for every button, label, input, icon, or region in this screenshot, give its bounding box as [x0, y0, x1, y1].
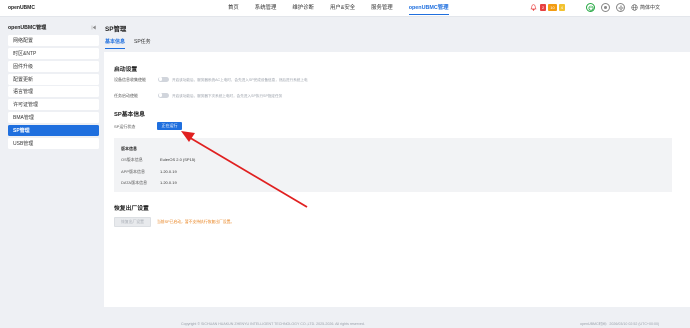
os-version-value: EulerOS 2.0 (SP15): [160, 157, 196, 162]
minor-alert-badge[interactable]: 4: [558, 4, 565, 11]
sidebar-item-language[interactable]: 语言管理: [8, 86, 99, 98]
critical-alert-badge[interactable]: 2: [540, 4, 547, 11]
sidebar-item-timezone-ntp[interactable]: 时区&NTP: [8, 47, 99, 59]
sidebar-item-license[interactable]: 许可证管理: [8, 99, 99, 111]
task-start-desc: 开启该功能后，服务器下次系统上电时，会先进入SP执行SP指定任务: [172, 93, 283, 98]
app-logo: openUBMC: [8, 5, 35, 11]
device-info-collect-switch[interactable]: [158, 76, 169, 82]
page-title: SP管理: [105, 26, 127, 33]
version-info-title: 版本信息: [121, 146, 137, 151]
sidebar-item-sp[interactable]: SP管理: [8, 125, 99, 137]
sidebar-item-bma[interactable]: BMA管理: [8, 112, 99, 124]
data-version-value: 1.20.0.19: [160, 180, 177, 185]
page-tabs: 基本信息 SP任务: [105, 38, 160, 49]
factory-reset-warning: 当前SP已启动，暂不支持执行恢复出厂设置。: [157, 220, 235, 224]
nav-item-user-security[interactable]: 用户&安全: [330, 4, 355, 14]
nav-item-home[interactable]: 首页: [228, 4, 239, 14]
alert-summary[interactable]: 2 10 4: [530, 4, 567, 11]
power-icon[interactable]: [586, 3, 595, 12]
factory-reset-button[interactable]: 恢复出厂设置: [114, 217, 151, 227]
globe-icon[interactable]: [631, 4, 638, 11]
alarm-bell-icon: [530, 4, 537, 11]
nav-item-maintenance[interactable]: 维护诊断: [292, 4, 314, 14]
uid-light-icon[interactable]: [601, 3, 610, 12]
sidebar-item-config-update[interactable]: 配置更新: [8, 73, 99, 85]
task-start-switch[interactable]: [158, 92, 169, 98]
device-info-collect-desc: 开启该功能后，服务器系统AC上电时，会先进入SP完成设备信息，然后进行系统上电: [172, 77, 308, 82]
footer: Copyright © SICHUAN HUAKUN ZHENYU INTELL…: [0, 320, 690, 328]
factory-reset-title: 恢复出厂设置: [114, 206, 149, 212]
task-start-label: 任务启动使能: [114, 93, 138, 98]
main-nav: 首页 系统管理 维护诊断 用户&安全 服务管理 openUBMC管理: [228, 4, 465, 14]
language-selector[interactable]: 简体中文: [640, 4, 660, 11]
sidebar-header: openUBMC管理: [8, 21, 100, 33]
device-info-collect-label: 设备信息收集使能: [114, 77, 146, 82]
sp-status-label: SP运行状态: [114, 124, 136, 129]
major-alert-badge[interactable]: 10: [548, 4, 557, 11]
collapse-sidebar-icon[interactable]: [91, 24, 96, 30]
tab-basic-info[interactable]: 基本信息: [105, 38, 126, 49]
nav-item-system[interactable]: 系统管理: [255, 4, 277, 14]
app-version-value: 1.20.0.19: [160, 169, 177, 174]
sidebar-item-firmware[interactable]: 固件升级: [8, 60, 99, 72]
os-version-label: OS版本信息: [121, 157, 143, 162]
data-version-label: DATA版本信息: [121, 180, 148, 185]
nav-item-openubmc[interactable]: openUBMC管理: [409, 4, 449, 14]
sidebar-item-network[interactable]: 网络配置: [8, 34, 99, 46]
app-version-label: APP版本信息: [121, 169, 146, 174]
tab-sp-tasks[interactable]: SP任务: [134, 38, 151, 49]
version-info-box: 版本信息 OS版本信息 EulerOS 2.0 (SP15) APP版本信息 1…: [114, 138, 672, 192]
top-bar: openUBMC 首页 系统管理 维护诊断 用户&安全 服务管理 openUBM…: [0, 0, 690, 17]
sp-status-badge: 正在运行: [157, 122, 182, 130]
startup-settings-title: 启动设置: [114, 67, 138, 73]
copyright-text: Copyright © SICHUAN HUAKUN ZHENYU INTELL…: [181, 321, 365, 326]
sp-basic-info-title: SP基本信息: [114, 112, 145, 118]
content-panel: 启动设置 设备信息收集使能 开启该功能后，服务器系统AC上电时，会先进入SP完成…: [104, 52, 690, 307]
server-time: openUBMC时间：2026/03/10 02:52 (UTC+00:00): [580, 321, 660, 326]
settings-icon[interactable]: [616, 3, 625, 12]
sidebar: openUBMC管理 网络配置 时区&NTP 固件升级 配置更新 语言管理 许可…: [8, 21, 100, 171]
sidebar-item-usb[interactable]: USB管理: [8, 138, 99, 150]
nav-item-services[interactable]: 服务管理: [371, 4, 393, 14]
header-tools: 简体中文: [586, 3, 660, 12]
sidebar-title: openUBMC管理: [8, 24, 47, 31]
